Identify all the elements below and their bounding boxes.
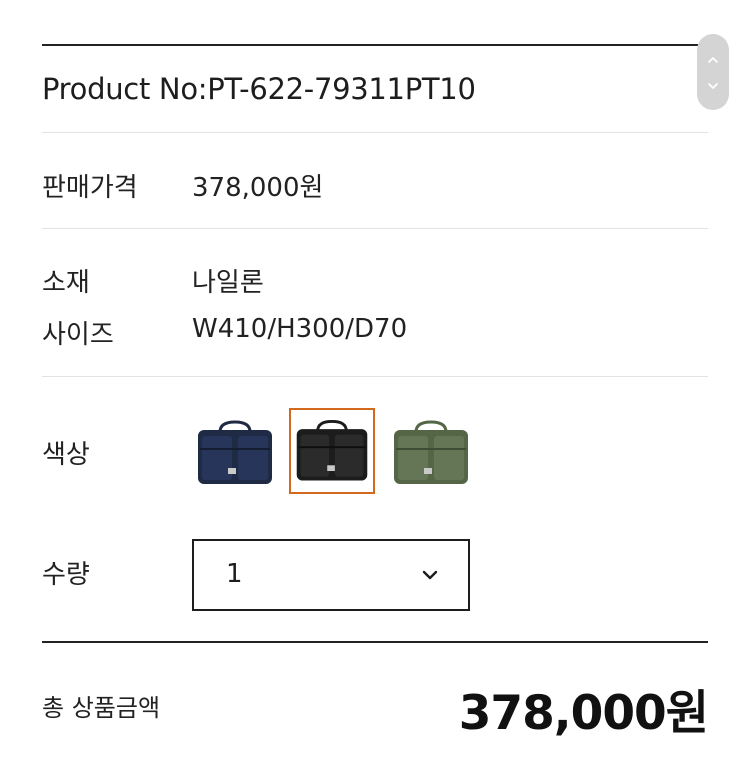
divider — [42, 132, 708, 133]
product-number: Product No:PT-622-79311PT10 — [42, 72, 476, 106]
scrollbar[interactable] — [697, 34, 729, 110]
material-value: 나일론 — [192, 268, 264, 298]
quantity-select[interactable]: 1 — [192, 539, 470, 611]
bag-olive-image — [394, 420, 468, 484]
color-swatch-list — [190, 408, 480, 496]
product-options-panel: Product No:PT-622-79311PT10 판매가격 378,000… — [42, 0, 709, 773]
color-swatch-black[interactable] — [289, 408, 375, 494]
bottom-divider — [42, 641, 708, 643]
total-price: 378,000원 — [458, 686, 709, 741]
chevron-down-icon[interactable] — [707, 80, 719, 92]
color-label: 색상 — [42, 440, 90, 470]
divider — [42, 376, 708, 377]
chevron-up-icon[interactable] — [707, 54, 719, 66]
price-label: 판매가격 — [42, 173, 138, 203]
bag-navy-image — [198, 420, 272, 484]
color-swatch-navy[interactable] — [190, 408, 276, 494]
quantity-value: 1 — [226, 559, 243, 589]
chevron-down-icon — [422, 570, 438, 580]
material-label: 소재 — [42, 268, 90, 298]
total-label: 총 상품금액 — [42, 694, 161, 722]
size-label: 사이즈 — [42, 320, 114, 350]
quantity-label: 수량 — [42, 560, 90, 590]
size-value: W410/H300/D70 — [192, 314, 408, 344]
color-swatch-olive[interactable] — [386, 408, 472, 494]
divider — [42, 228, 708, 229]
price-value: 378,000원 — [192, 173, 324, 203]
bag-black-image — [296, 420, 368, 481]
top-divider — [42, 44, 708, 46]
